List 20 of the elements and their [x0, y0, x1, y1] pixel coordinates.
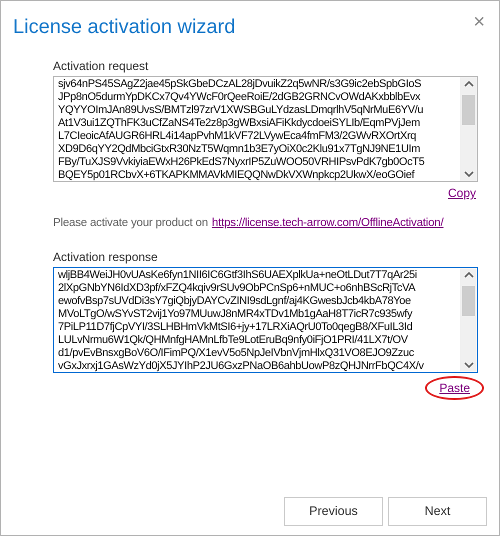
scrollbar[interactable] [460, 77, 477, 181]
next-button[interactable]: Next [388, 497, 487, 526]
copy-link[interactable]: Copy [448, 185, 476, 201]
paste-link[interactable]: Paste [425, 376, 484, 400]
scroll-up-icon[interactable] [464, 271, 474, 278]
scroll-down-icon[interactable] [464, 171, 474, 178]
field-label: Activation request [53, 59, 150, 74]
scroll-down-icon[interactable] [464, 362, 474, 370]
scroll-up-icon[interactable] [464, 80, 474, 87]
scroll-thumb[interactable] [462, 95, 475, 125]
activation-link[interactable]: https://license.tech-arrow.com/OfflineActivation/ [212, 215, 444, 232]
activation-request-field[interactable]: sjv64nPS45SAgZ2jae45pSkGbeDCzAL28jDvuikZ2q5wNR/s3G9ic2ebSpbGIoS JPp8nO5durmYpDKCx7Qv4YWcF0rQeeRoiE/2dGB2GRNCvOWdAKxbblbEvx YQYYOImJAn89UvsS/BMTzl97zrV1XWSBGuLYdzasLDmqrlhV5qNrMuE6YV/u At1V3ui1ZQThFK3uCfZaNS4Te2z8p3gWBxsiAFiKkdycdoeiSYLIb/EqmPVjJem L7CIeoicAfAUGR6HRL4i14apPvhM1kVF72LVywEca4fmFM3/2GWvRXOrtXrq XD9D6qYY2QdMbciGtxR30NzT5Wqmn1b3E7yOiX0c2Klu91x7TgNJ9NE1UIm FBy/TuXJS9VvkiyiaEWxH26PkEdS7NyxrIP5ZuWOO50VRHIPsvPdK7gb0OcT5 BQEY5p01RCbvX+6TKAPKMMAVkMIEQQNwDkVXWnpkcp2UkwX/eoGOief [53, 76, 478, 182]
instruction-text: Please activate your product on [53, 216, 208, 231]
scrollbar[interactable] [460, 268, 477, 372]
previous-button[interactable]: Previous [284, 497, 383, 526]
close-button[interactable]: × [473, 12, 485, 32]
window-title: License activation wizard [13, 15, 236, 40]
activation-response-field[interactable]: wljBB4WeiJH0vUAsKe6fyn1NII6IC6Gtf3IhS6UAEXplkUa+neOtLDut7T7qAr25i 2lXpGNbYN6IdXD3pf/xFZQ4kqiv9rSUv9ObPCnSp6+nMUC+o6nhBScRjTcVA ewofvBsp7sUVdDi3sY7giQbjyDAYCvZINI9sdLgnf/aj4KGwesbJcb4kbA78Yoe MVoLTgO/wSYvST2vij1Yo97MUuwJ8nMR4xTDv1Mb1gAaH8T7icR7c935wfy 7PiLP11D7fjCpVYI/3SLHBHmVkMtSI6+jy+17LRXiAQrU0To0qegB8/XFuIL3Id LULvNrmu6W1Qk/QHMnfgHAMnLfbTe9LotEruBq9nfy0iFjO1PRI/41LX7t/OV d1/pvEvBnsxgBoV6O/IFimPQ/X1evV5o5NpJeIVbnVjmHlxQ31VO8EJO9Zzuc vGxJxrxj1GAsWzYd0jX5JYIhP2JU6GxzPNaOB6ahbUowP8zQHJNrrFbQC4X/v [53, 267, 478, 374]
scroll-thumb[interactable] [462, 286, 475, 316]
field-label: Activation response [53, 250, 159, 266]
